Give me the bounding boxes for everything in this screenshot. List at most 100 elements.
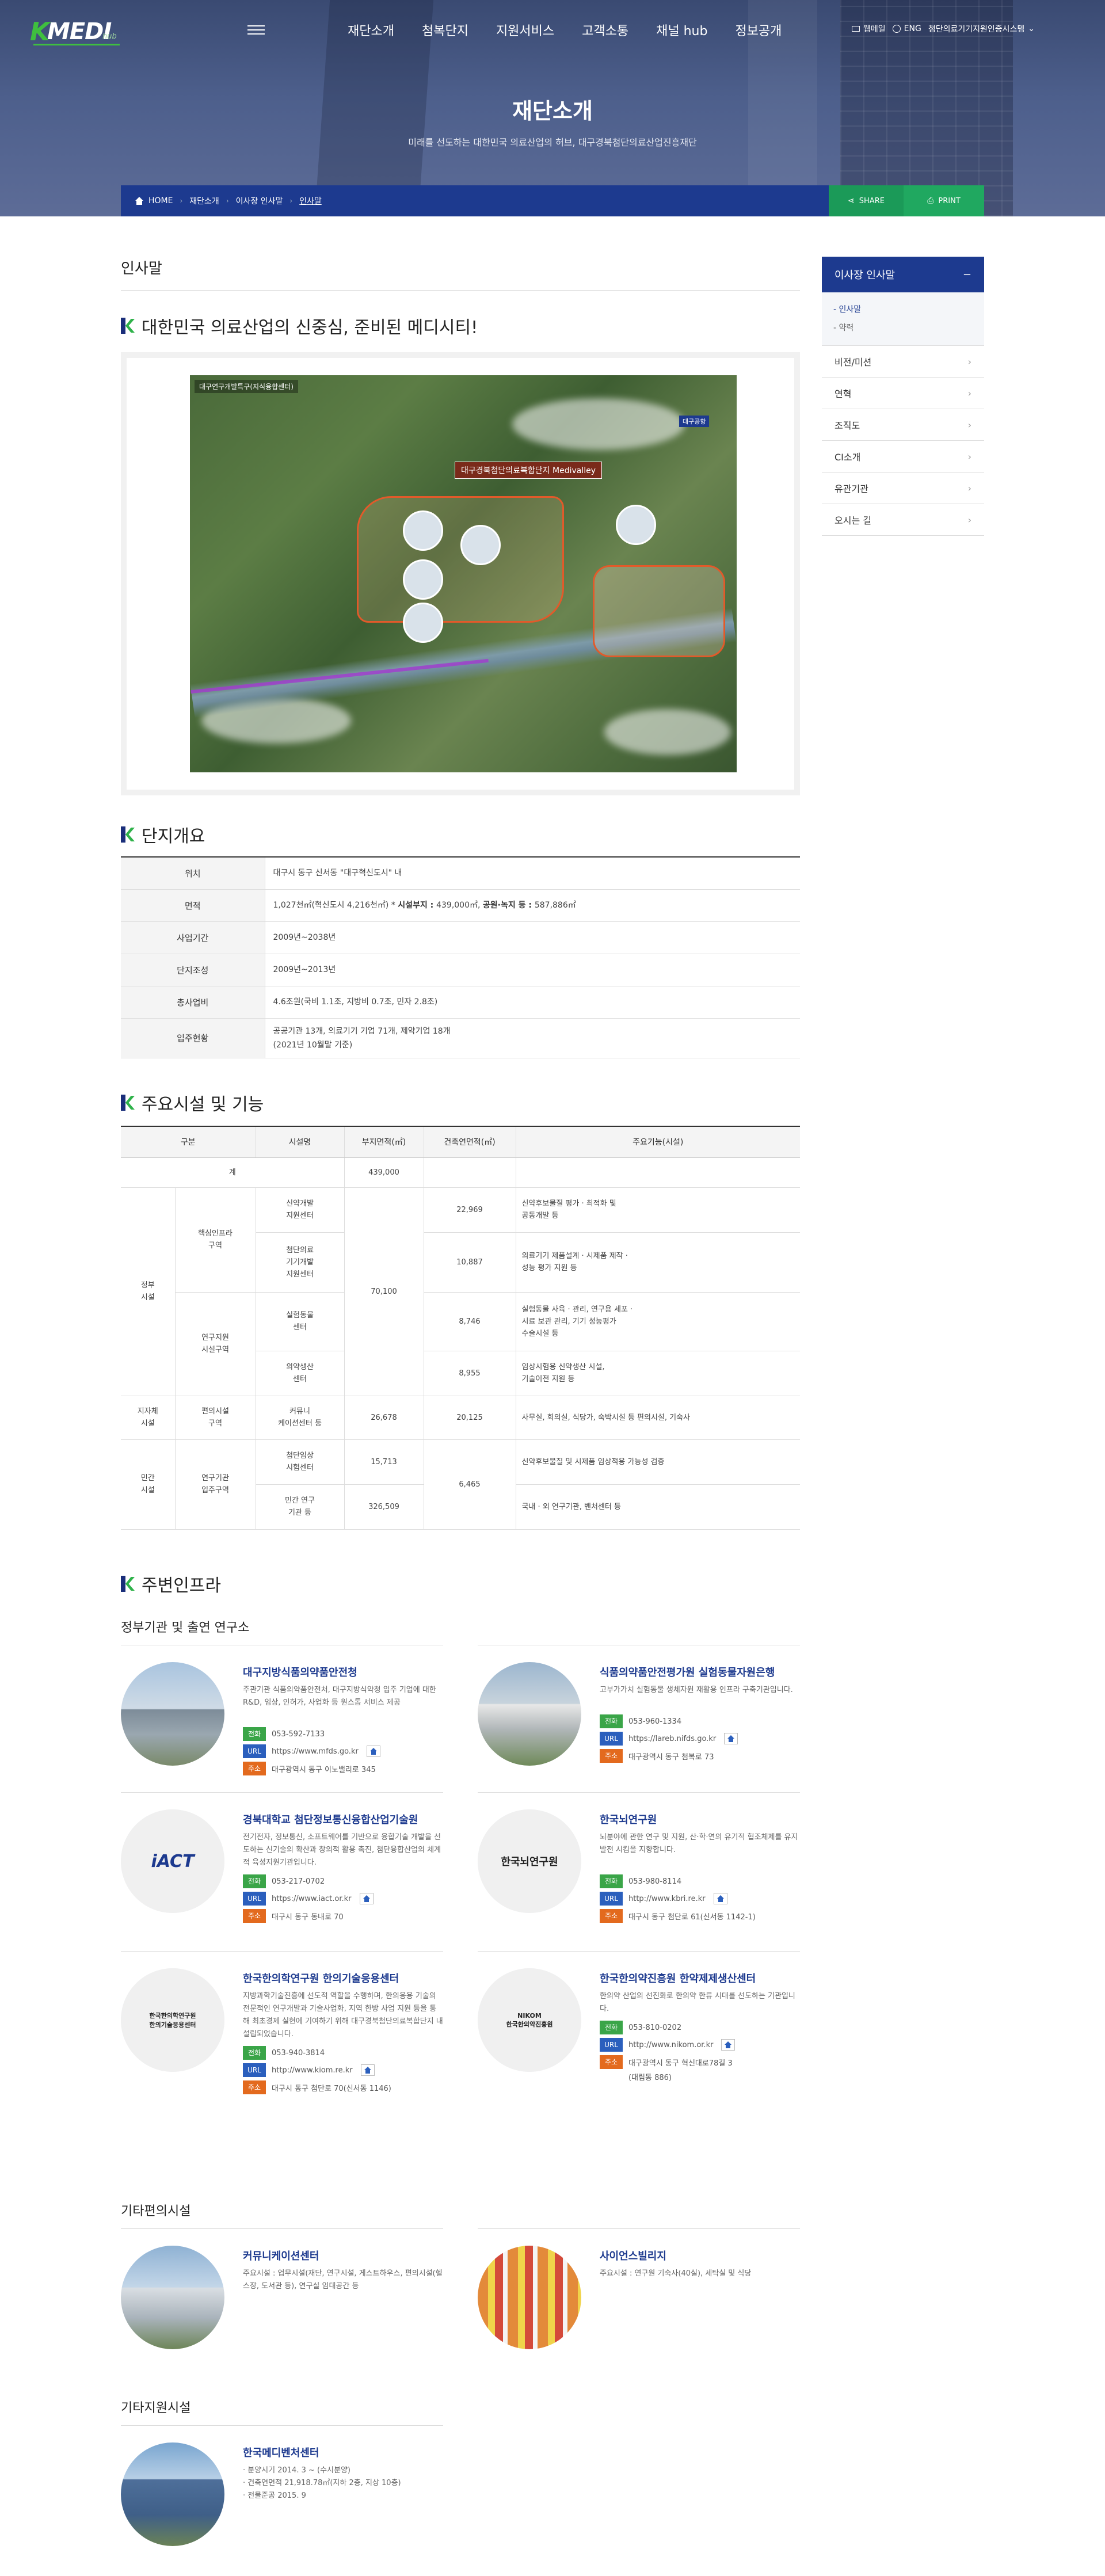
divider: [121, 1792, 443, 1793]
logo-text: 한국한의학연구원 한의기술응용센터: [149, 2012, 196, 2029]
url-value[interactable]: http://www.nikom.or.kr: [628, 2041, 713, 2049]
family-site-select[interactable]: 첨단의료기기지원인증시스템 ⌄: [928, 23, 1035, 35]
infra-card: 대구지방식품의약품안전청 주관기관 식품의약품안전처, 대구지방식약청 입주 기…: [121, 1645, 443, 1775]
table-cell: 실험동물 센터: [256, 1292, 345, 1351]
address-value: 대구광역시 동구 첨복로 73: [628, 1752, 714, 1762]
table-header: 단지조성: [121, 954, 265, 986]
breadcrumb-item[interactable]: 재단소개: [189, 195, 219, 207]
infra-title[interactable]: 한국한의학연구원 한의기술응용센터: [243, 1971, 399, 1986]
table-row: 총사업비 4.6조원(국비 1.1조, 지방비 0.7조, 민자 2.8조): [121, 986, 800, 1019]
home-link-icon[interactable]: [366, 1746, 380, 1757]
table-row: 계 439,000: [121, 1157, 800, 1188]
home-link-icon[interactable]: [724, 1733, 738, 1744]
table-row: 위치 대구시 동구 신서동 "대구혁신도시" 내: [121, 857, 800, 890]
url-value[interactable]: https://www.mfds.go.kr: [272, 1747, 359, 1756]
tel-tag: 전화: [600, 1874, 623, 1888]
support-line: · 전물준공 2015. 9: [243, 2491, 306, 2500]
nav-item[interactable]: 고객소통: [568, 21, 642, 39]
english-link[interactable]: ENG: [892, 24, 921, 33]
breadcrumb-item[interactable]: 이사장 인사말: [236, 195, 283, 207]
sidebar-head[interactable]: 이사장 인사말 −: [822, 257, 984, 292]
site-logo[interactable]: K MEDI hub: [30, 17, 122, 47]
home-link-icon[interactable]: [360, 2064, 375, 2076]
infra-title[interactable]: 한국뇌연구원: [600, 1812, 657, 1827]
table-header: 건축연면적(㎡): [424, 1126, 516, 1158]
sidebar-item[interactable]: 조직도 ›: [822, 409, 984, 441]
infra-title[interactable]: 식품의약품안전평가원 실험동물자원은행: [600, 1664, 775, 1679]
address-value: 대구시 동구 첨단로 70(신서동 1146): [272, 2084, 391, 2093]
table-header: 구분: [121, 1126, 256, 1158]
map-frame: 대구경북첨단의료복합단지 Medivalley 대구연구개발특구(지식융합센터)…: [121, 352, 800, 795]
facility-marker: [403, 603, 443, 643]
nav-item[interactable]: 채널 hub: [642, 21, 721, 39]
infra-title[interactable]: 한국메디벤처센터: [243, 2445, 319, 2460]
divider: [121, 1951, 443, 1952]
facility-marker: [403, 510, 443, 551]
breadcrumb-home[interactable]: HOME: [121, 196, 173, 205]
nav-item[interactable]: 재단소개: [334, 21, 408, 39]
nav-item[interactable]: 정보공개: [721, 21, 795, 39]
table-cell: 신약후보물질 평가 · 최적화 및 공동개발 등: [516, 1187, 800, 1233]
contact-row: 주소 대구광역시 동구 첨복로 73: [600, 1747, 800, 1765]
table-row: 사업기간 2009년~2038년: [121, 921, 800, 954]
home-link-icon[interactable]: [713, 1893, 727, 1904]
table-row: 입주현황 공공기관 13개, 의료기기 기업 71개, 제약기업 18개 (2021…: [121, 1018, 800, 1058]
infra-title[interactable]: 한국한의약진흥원 한약제제생산센터: [600, 1971, 756, 1986]
contact-row: URL http://www.nikom.or.kr: [600, 2036, 800, 2053]
facility-marker: [460, 525, 501, 565]
breadcrumb-item-current[interactable]: 인사말: [299, 195, 322, 207]
url-value[interactable]: https://lareb.nifds.go.kr: [628, 1735, 716, 1743]
table-header-row: 구분 시설명 부지면적(㎡) 건축연면적(㎡) 주요기능(시설): [121, 1126, 800, 1158]
share-button[interactable]: ⋖ SHARE: [829, 185, 904, 216]
infra-title[interactable]: 사이언스빌리지: [600, 2248, 666, 2263]
home-link-icon[interactable]: [359, 1893, 374, 1904]
url-value[interactable]: https://www.iact.or.kr: [272, 1895, 352, 1903]
facility-marker: [403, 559, 443, 600]
webmail-link[interactable]: 웹메일: [852, 23, 886, 35]
sidebar-item[interactable]: 연혁 ›: [822, 378, 984, 409]
home-link-icon[interactable]: [721, 2039, 736, 2051]
url-value[interactable]: http://www.kiom.re.kr: [272, 2066, 353, 2075]
nav-item[interactable]: 첨복단지: [408, 21, 482, 39]
infra-card: 한국메디벤처센터 · 분양시기 2014. 3 ~ (수시분양) · 건축연면적…: [121, 2425, 443, 2558]
infra-desc: 주요시설 : 업무시설(재단, 연구시설, 게스트하우스, 편의시설(헬스장, …: [243, 2269, 443, 2291]
infra-title[interactable]: 경북대학교 첨단정보통신융합산업기술원: [243, 1812, 418, 1827]
print-button[interactable]: ⎙ PRINT: [904, 185, 984, 216]
all-menu-icon[interactable]: [247, 25, 265, 36]
print-label: PRINT: [938, 196, 961, 205]
sidebar-subitem-greeting[interactable]: - 인사말: [833, 300, 973, 319]
hero-subtitle: 미래를 선도하는 대한민국 의료산업의 허브, 대구경북첨단의료산업진흥재단: [408, 137, 697, 148]
divider: [478, 1951, 800, 1952]
sidebar-item[interactable]: CI소개 ›: [822, 441, 984, 472]
building-photo: [121, 2442, 224, 2546]
english-label: ENG: [904, 24, 921, 33]
sidebar-item[interactable]: 유관기관 ›: [822, 472, 984, 504]
nav-item[interactable]: 지원서비스: [482, 21, 568, 39]
sidebar-item[interactable]: 오시는 길 ›: [822, 504, 984, 536]
section-heading: 대한민국 의료산업의 신중심, 준비된 메디시티!: [121, 313, 478, 338]
sidebar-item[interactable]: 비전/미션 ›: [822, 346, 984, 378]
address-tag: 주소: [243, 1909, 266, 1923]
url-value[interactable]: http://www.kbri.re.kr: [628, 1895, 706, 1903]
section-heading: 주요시설 및 기능: [121, 1090, 264, 1115]
table-cell: [516, 1157, 800, 1188]
contact-row: 전화 053-940-3814: [243, 2044, 443, 2061]
address-value: 대구시 동구 동내로 70: [272, 1912, 344, 1922]
complex-outline: [357, 496, 564, 623]
infra-title[interactable]: 대구지방식품의약품안전청: [243, 1664, 357, 1679]
table-cell: 8,746: [424, 1292, 516, 1351]
area-park-value: 587,886㎡: [534, 901, 576, 910]
sidebar-subitem-profile[interactable]: - 약력: [833, 319, 973, 337]
sidebar-head-label: 이사장 인사말: [835, 269, 896, 281]
contact-row: 전화 053-810-0202: [600, 2019, 800, 2036]
share-icon: ⋖: [848, 196, 855, 205]
tel-tag: 전화: [243, 1874, 266, 1888]
logo-text: 한국뇌연구원: [501, 1856, 558, 1868]
subsection-heading: 기타지원시설: [121, 2401, 191, 2415]
contact-row: 전화 053-592-7133: [243, 1725, 443, 1743]
share-label: SHARE: [859, 196, 885, 205]
divider: [478, 2228, 800, 2229]
infra-title[interactable]: 커뮤니케이션센터: [243, 2248, 319, 2263]
top-bar: K MEDI hub 재단소개 첨복단지 지원서비스 고객소통 채널 hub 정보공…: [0, 0, 1105, 63]
infra-desc: 뇌분야에 관한 연구 및 지원, 산·학·연의 유기적 협조체제를 유지 발전 …: [600, 1833, 798, 1854]
